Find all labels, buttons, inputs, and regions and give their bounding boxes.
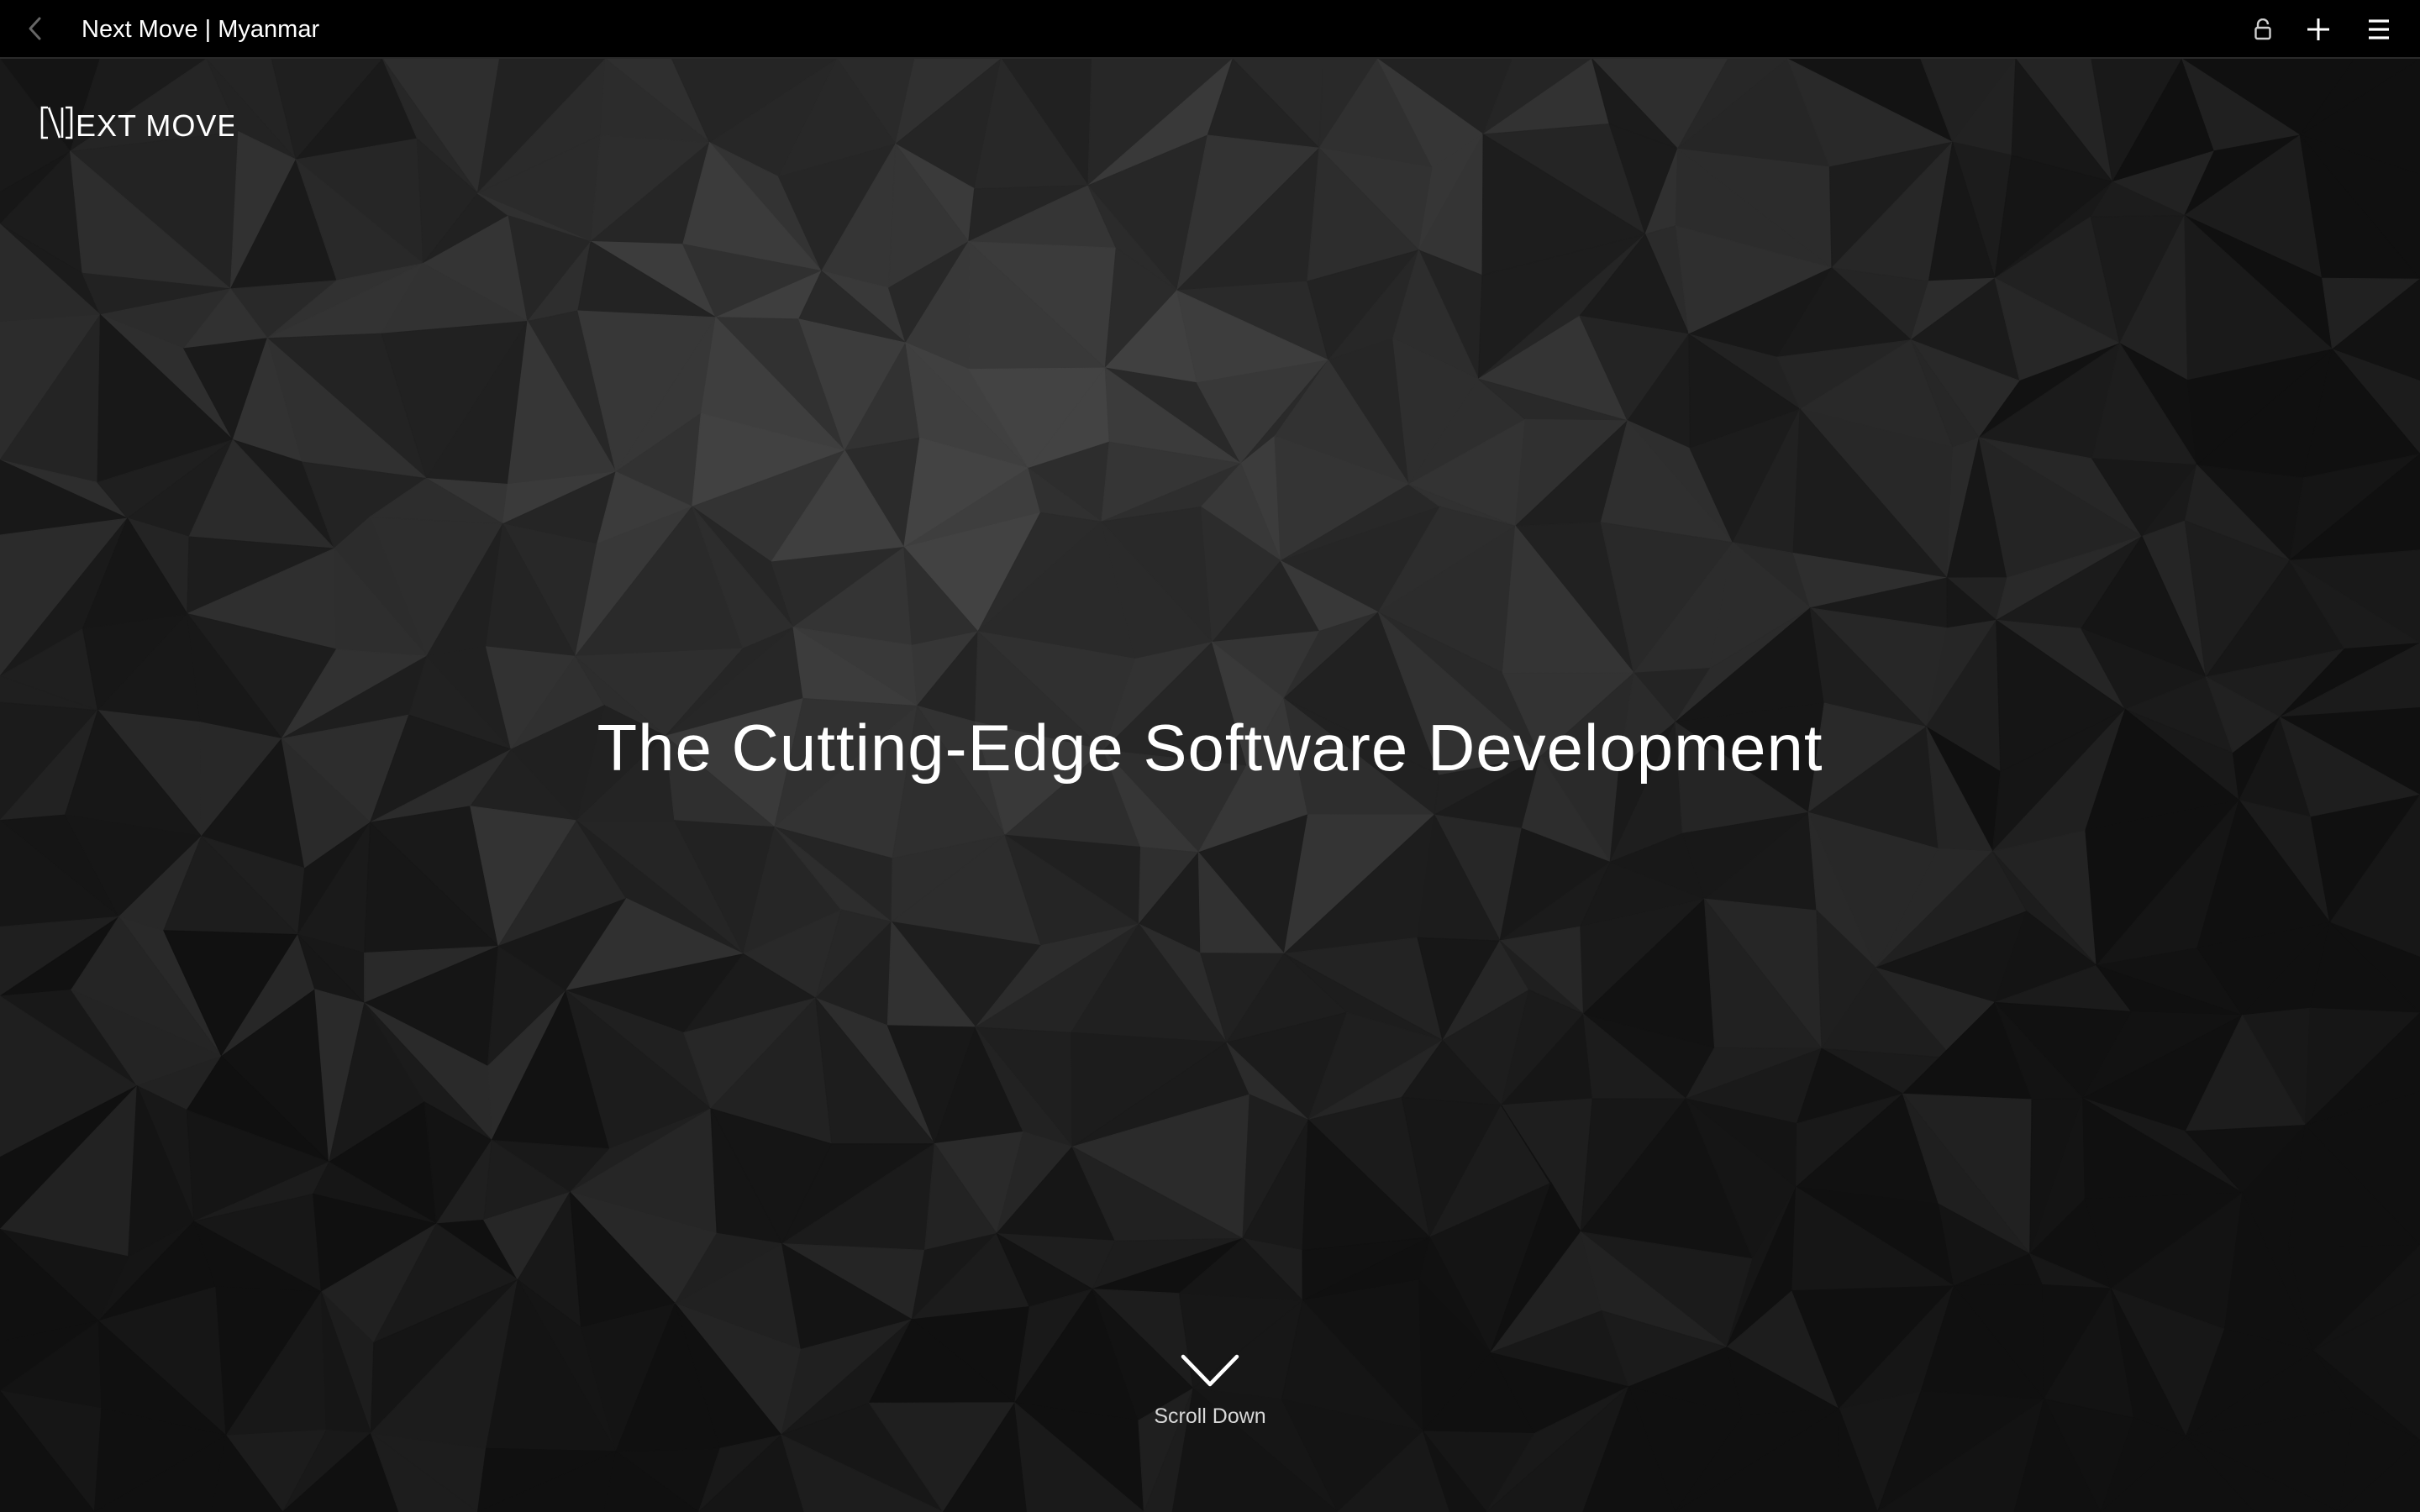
scroll-down-label: Scroll Down bbox=[1154, 1404, 1266, 1428]
plus-icon bbox=[2307, 18, 2329, 40]
lock-icon bbox=[2254, 18, 2271, 40]
menu-button[interactable] bbox=[2361, 12, 2396, 47]
browser-toolbar: Next Move | Myanmar bbox=[0, 0, 2420, 59]
lock-button[interactable] bbox=[2245, 12, 2281, 47]
page-title: Next Move | Myanmar bbox=[82, 16, 320, 43]
menu-icon bbox=[2369, 19, 2389, 39]
hero-section: EXT MOVE The Cutting-Edge Software Devel… bbox=[0, 59, 2420, 1512]
logo-mark: EXT MOVE bbox=[40, 106, 237, 143]
scroll-down-button[interactable]: Scroll Down bbox=[1126, 1352, 1294, 1462]
hero-headline: The Cutting-Edge Software Development bbox=[597, 711, 1823, 785]
svg-text:EXT MOVE: EXT MOVE bbox=[76, 108, 234, 141]
chevron-down-icon bbox=[1181, 1354, 1239, 1387]
back-button[interactable] bbox=[18, 12, 52, 45]
chevron-left-icon bbox=[29, 17, 41, 40]
site-logo[interactable]: EXT MOVE bbox=[40, 104, 237, 143]
new-tab-button[interactable] bbox=[2301, 12, 2336, 47]
